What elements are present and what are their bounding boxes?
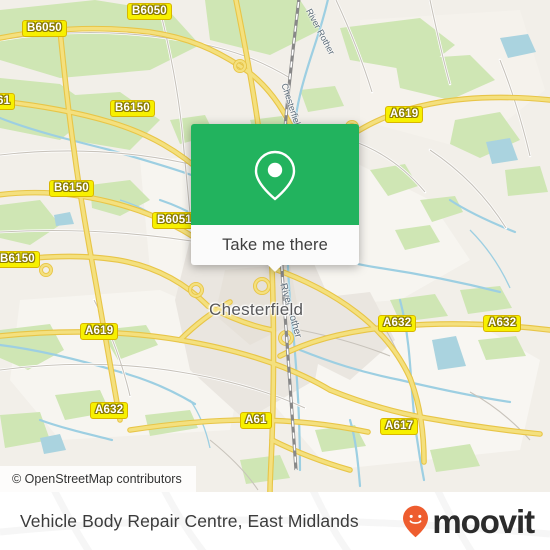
road-shield-a632-bottom-left[interactable]: A632: [90, 402, 129, 419]
location-title: Vehicle Body Repair Centre, East Midland…: [20, 510, 359, 531]
footer-content: Vehicle Body Repair Centre, East Midland…: [0, 492, 550, 550]
location-pin-icon: [254, 150, 296, 201]
road-shield-a632-mid-right[interactable]: A632: [378, 315, 417, 332]
road-shield-b6150-upper[interactable]: B6150: [110, 100, 155, 117]
moovit-wordmark: moovit: [432, 502, 535, 540]
callout-card-body: [191, 124, 359, 225]
footer-bar: Vehicle Body Repair Centre, East Midland…: [0, 492, 550, 550]
road-shield-b6150-left-edge[interactable]: B6150: [0, 251, 40, 268]
callout-pointer-tail: [267, 264, 283, 272]
road-shield-b6050-left[interactable]: B6050: [22, 20, 67, 37]
map-canvas[interactable]: River Rother Chesterfield Canal River Ro…: [0, 0, 550, 492]
road-shield-a619-left[interactable]: A619: [80, 323, 119, 340]
osm-attribution: © OpenStreetMap contributors: [0, 466, 196, 492]
place-label-chesterfield: Chesterfield: [209, 300, 304, 319]
take-me-there-button[interactable]: Take me there: [191, 225, 359, 272]
road-shield-a632-far-right[interactable]: A632: [483, 315, 522, 332]
road-shield-a619-right[interactable]: A619: [385, 106, 424, 123]
road-shield-b6150-mid[interactable]: B6150: [49, 180, 94, 197]
moovit-smiley-pin-icon: [403, 505, 429, 537]
moovit-brand[interactable]: moovit: [402, 502, 535, 540]
road-shield-b6050-top[interactable]: B6050: [127, 3, 172, 20]
road-shield-61-left-edge[interactable]: 61: [0, 93, 16, 110]
location-callout-card[interactable]: Take me there: [191, 124, 359, 272]
take-me-there-label: Take me there: [222, 235, 328, 254]
road-shield-a61[interactable]: A61: [240, 412, 272, 429]
osm-attribution-text: © OpenStreetMap contributors: [12, 472, 182, 486]
road-shield-a617[interactable]: A617: [380, 418, 419, 435]
moovit-map-screenshot: River Rother Chesterfield Canal River Ro…: [0, 0, 550, 550]
